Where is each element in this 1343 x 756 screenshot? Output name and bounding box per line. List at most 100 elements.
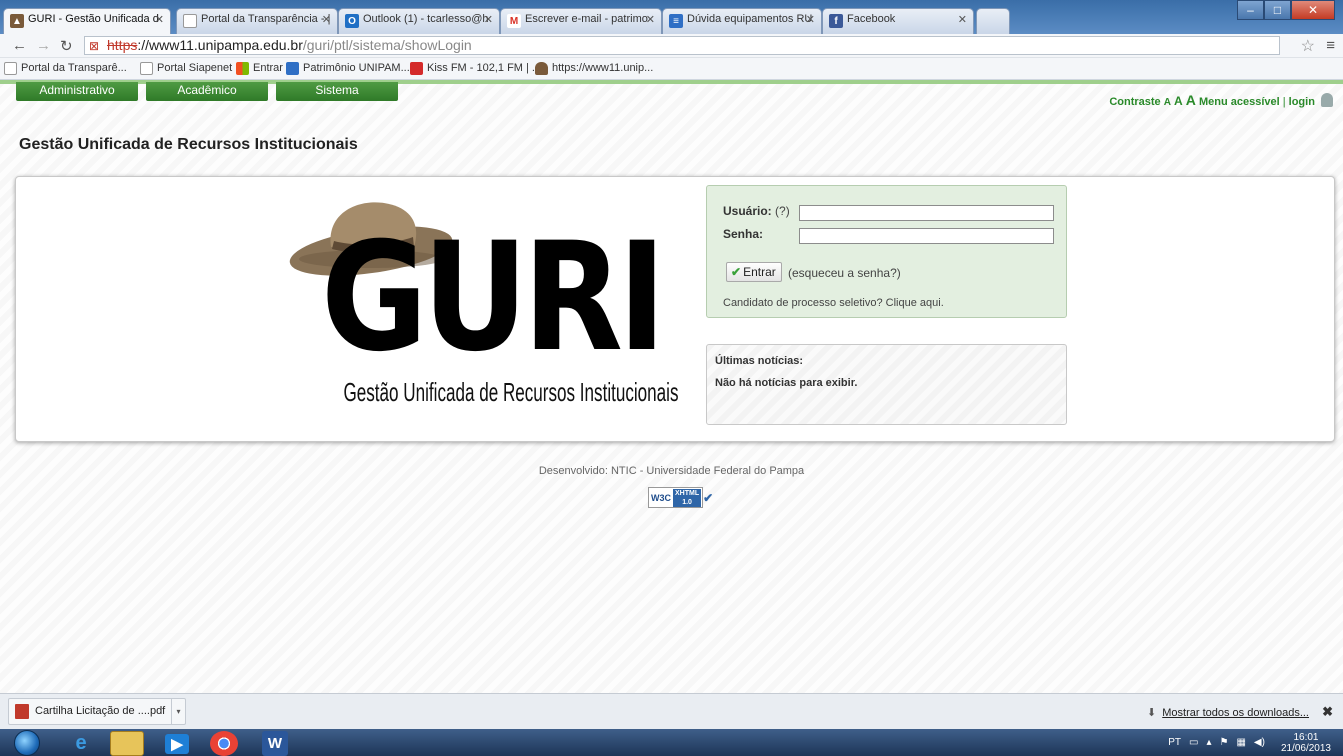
browser-toolbar: ← → ↻ ⊠ https://www11.unipampa.edu.br/gu…	[0, 34, 1343, 58]
w3c-xhtml-badge[interactable]: W3C XHTML 1.0 ✔	[648, 487, 713, 508]
footer-credit: Desenvolvido: NTIC - Universidade Federa…	[538, 465, 805, 477]
bookmark-label: https://www11.unip...	[552, 62, 654, 74]
w3c-label: W3C	[651, 492, 671, 503]
tab-duvida[interactable]: ≡ Dúvida equipamentos RU ✕	[662, 8, 822, 34]
bookmark-kiss-fm[interactable]: Kiss FM - 102,1 FM | ...	[410, 62, 542, 75]
tab-title: Outlook (1) - tcarlesso@h	[363, 13, 489, 25]
keyboard-icon[interactable]: ▭	[1189, 737, 1198, 748]
bookmark-portal-siapenet[interactable]: Portal Siapenet	[140, 62, 233, 75]
close-icon[interactable]: ✕	[484, 13, 493, 26]
page-icon	[140, 62, 153, 75]
bookmark-patrimonio[interactable]: Patrimônio UNIPAM...	[286, 62, 410, 75]
address-bar[interactable]: ⊠ https://www11.unipampa.edu.br/guri/ptl…	[84, 36, 1280, 55]
chevron-down-icon[interactable]: ▾	[171, 699, 185, 724]
candidate-link[interactable]: Candidato de processo seletivo? Clique a…	[723, 297, 944, 309]
download-bar: Cartilha Licitação de ....pdf ▾ ⬇ Mostrar…	[0, 693, 1343, 729]
close-icon[interactable]: ✕	[322, 13, 331, 26]
show-all-downloads-link[interactable]: ⬇ Mostrar todos os downloads...	[1147, 706, 1309, 719]
minimize-button[interactable]: –	[1237, 0, 1264, 20]
language-indicator[interactable]: PT	[1168, 737, 1181, 748]
outlook-icon: O	[345, 14, 359, 28]
close-download-bar-icon[interactable]: ✖	[1322, 704, 1333, 720]
username-label-text: Usuário:	[723, 204, 772, 218]
window-close-button[interactable]: ✕	[1291, 0, 1335, 20]
tab-outlook[interactable]: O Outlook (1) - tcarlesso@h ✕	[338, 8, 500, 34]
username-help-link[interactable]: (?)	[775, 204, 790, 218]
xhtml-line2: 1.0	[682, 498, 692, 506]
contrast-link[interactable]: Contraste	[1109, 96, 1160, 108]
accessibility-bar: Contraste A A A Menu acessível | login	[1109, 92, 1333, 108]
close-icon[interactable]: ✕	[958, 13, 967, 26]
password-input[interactable]	[799, 228, 1054, 244]
guri-logo: GURI Gestão Unificada de Recursos Instit…	[289, 202, 679, 407]
page-icon	[183, 14, 197, 28]
internet-explorer-icon[interactable]: e	[62, 731, 100, 756]
xhtml-label: XHTML 1.0	[673, 488, 702, 507]
download-arrow-icon: ⬇	[1147, 707, 1157, 719]
url-path: /guri/ptl/sistema/showLogin	[302, 37, 472, 53]
separator: |	[1282, 96, 1286, 108]
font-normal-link[interactable]: A	[1174, 94, 1183, 108]
accessible-menu-link[interactable]: Menu acessível	[1199, 96, 1280, 108]
menu-administrativo[interactable]: Administrativo	[16, 82, 138, 101]
start-button[interactable]	[14, 730, 40, 756]
reload-icon[interactable]: ↻	[60, 37, 73, 55]
new-tab-button[interactable]	[976, 8, 1010, 34]
media-player-icon[interactable]: ▶	[165, 734, 189, 754]
url-scheme: https	[107, 37, 138, 53]
tab-gmail[interactable]: M Escrever e-mail - patrimo ✕	[500, 8, 662, 34]
tab-facebook[interactable]: f Facebook ✕	[822, 8, 974, 34]
login-submit-button[interactable]: ✔ Entrar	[726, 262, 782, 282]
close-icon[interactable]: ✕	[155, 13, 164, 26]
bookmark-star-icon[interactable]: ☆	[1301, 36, 1315, 56]
pdf-file-icon	[15, 704, 29, 719]
font-increase-link[interactable]: A	[1186, 92, 1196, 108]
login-form: Usuário: (?) Senha: ✔ Entrar (esqueceu a …	[706, 185, 1067, 318]
bookmark-portal-transparencia[interactable]: Portal da Transparê...	[4, 62, 127, 75]
username-input[interactable]	[799, 205, 1054, 221]
menu-academico[interactable]: Acadêmico	[146, 82, 268, 101]
close-icon[interactable]: ✕	[646, 13, 655, 26]
page-icon	[4, 62, 17, 75]
hat-icon: ▲	[10, 14, 24, 28]
url-host: ://www11.unipampa.edu.br	[137, 37, 303, 53]
bookmark-label: Kiss FM - 102,1 FM | ...	[427, 62, 542, 74]
clock-time: 16:01	[1293, 731, 1319, 743]
login-link[interactable]: login	[1289, 96, 1315, 108]
menu-icon[interactable]: ≡	[1326, 37, 1335, 54]
system-topbar: Administrativo Acadêmico Sistema Contras…	[0, 80, 1343, 108]
doc-icon	[286, 62, 299, 75]
checkmark-icon: ✔	[731, 265, 742, 279]
show-all-downloads-label: Mostrar todos os downloads...	[1162, 707, 1309, 719]
network-icon[interactable]: ▦	[1236, 737, 1245, 748]
chrome-icon[interactable]	[210, 731, 238, 756]
file-explorer-icon[interactable]	[110, 731, 144, 756]
bookmark-www11[interactable]: https://www11.unip...	[535, 62, 654, 75]
logo-wordmark: GURI	[321, 211, 661, 385]
clock[interactable]: 16:01 21/06/2013	[1273, 732, 1331, 754]
volume-icon[interactable]: ◀)	[1254, 737, 1265, 748]
forward-arrow-icon[interactable]: →	[36, 37, 51, 54]
bookmark-label: Portal Siapenet	[157, 62, 233, 74]
gmail-icon: M	[507, 14, 521, 28]
logo-subtitle: Gestão Unificada de Recursos Institucion…	[344, 377, 679, 407]
insecure-lock-icon: ⊠	[89, 39, 100, 53]
bookmark-entrar[interactable]: Entrar	[236, 62, 283, 75]
word-icon[interactable]: W	[262, 731, 288, 756]
page-viewport: Administrativo Acadêmico Sistema Contras…	[0, 80, 1343, 693]
close-icon[interactable]: ✕	[806, 13, 815, 26]
bookmark-label: Patrimônio UNIPAM...	[303, 62, 410, 74]
tab-guri[interactable]: ▲ GURI - Gestão Unificada d ✕	[3, 8, 171, 34]
download-item[interactable]: Cartilha Licitação de ....pdf ▾	[8, 698, 186, 725]
font-decrease-link[interactable]: A	[1164, 97, 1171, 108]
download-file-name: Cartilha Licitação de ....pdf	[35, 705, 166, 717]
tray-expand-icon[interactable]: ▴	[1206, 737, 1211, 748]
forgot-password-link[interactable]: (esqueceu a senha?)	[788, 266, 901, 280]
maximize-button[interactable]: □	[1264, 0, 1291, 20]
password-label: Senha:	[723, 227, 764, 241]
xhtml-line1: XHTML	[675, 489, 700, 497]
flag-icon[interactable]: ⚑	[1219, 737, 1228, 748]
tab-portal-transparencia[interactable]: Portal da Transparência - | ✕	[176, 8, 338, 34]
back-arrow-icon[interactable]: ←	[12, 37, 27, 54]
menu-sistema[interactable]: Sistema	[276, 82, 398, 101]
